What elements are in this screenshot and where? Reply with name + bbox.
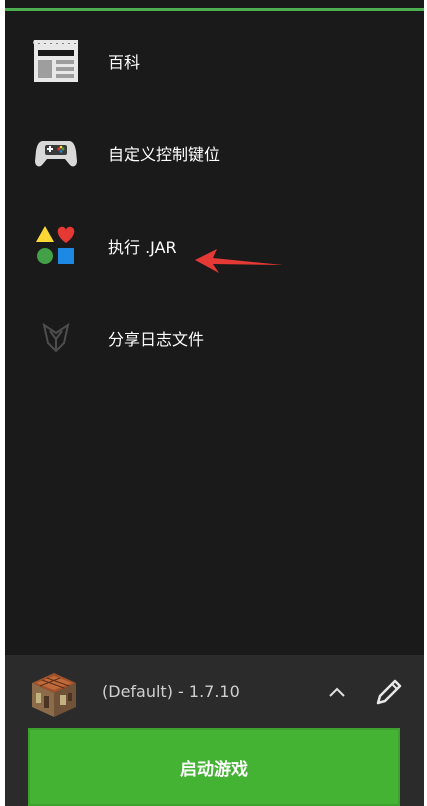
shapes-icon (32, 222, 80, 270)
menu-item-label: 执行 .JAR (108, 238, 177, 257)
menu-item-wiki[interactable]: 百科 (5, 26, 424, 96)
share-logo-icon (32, 314, 80, 362)
menu-item-custom-controls[interactable]: 自定义控制键位 (5, 118, 424, 188)
navigation-drawer: 百科 自定义控制键位 执行 .JAR 分享日志文件 (Default) - 1.… (5, 0, 424, 806)
launch-game-label: 启动游戏 (180, 759, 248, 780)
gamepad-icon (32, 129, 80, 177)
crafting-table-icon (30, 671, 78, 719)
chevron-up-icon[interactable] (323, 679, 351, 707)
menu-item-label: 分享日志文件 (108, 330, 205, 349)
annotation-arrow-icon (195, 249, 283, 273)
wiki-icon (32, 37, 80, 85)
launch-game-button[interactable]: 启动游戏 (28, 728, 400, 806)
screen: 百科 自定义控制键位 执行 .JAR 分享日志文件 (Default) - 1.… (0, 0, 427, 806)
menu-item-share-logs[interactable]: 分享日志文件 (5, 303, 424, 373)
version-selector[interactable]: (Default) - 1.7.10 (102, 682, 240, 701)
bottom-bar: (Default) - 1.7.10 启动游戏 (5, 655, 424, 806)
edit-pencil-icon[interactable] (372, 675, 406, 709)
menu-item-label: 自定义控制键位 (108, 145, 221, 164)
menu-item-label: 百科 (108, 53, 141, 72)
accent-line (5, 8, 424, 11)
